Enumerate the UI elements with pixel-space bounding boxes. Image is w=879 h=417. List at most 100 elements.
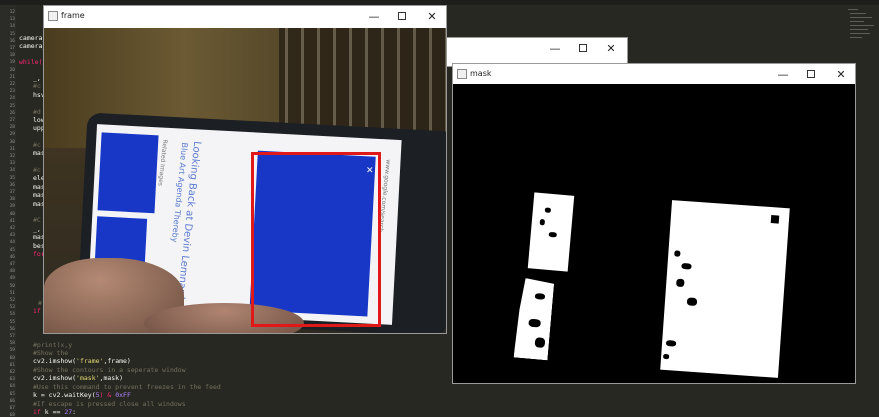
- code-comment: #: [38, 299, 42, 307]
- line-number: 47: [9, 262, 15, 267]
- code-operator: ) &: [99, 391, 116, 399]
- line-number: 35: [9, 175, 15, 181]
- code-comment: #c: [33, 141, 41, 149]
- line-number: 12: [9, 10, 15, 15]
- line-number: 13: [9, 17, 15, 23]
- minimap-line: [850, 17, 872, 18]
- close-button[interactable]: ✕: [418, 6, 446, 27]
- line-number: 62: [9, 370, 15, 375]
- window-title: frame: [61, 11, 85, 20]
- line-number: 25: [9, 103, 15, 109]
- code-line-if-escape: if k == 27:: [33, 408, 76, 416]
- code-line: _,: [33, 225, 41, 233]
- code-comment: #print(x,y: [33, 341, 73, 349]
- line-number: 23: [9, 89, 15, 95]
- minimap[interactable]: [846, 5, 879, 65]
- frame-window[interactable]: frame — ✕ Looking Back at Devin Lemnard …: [43, 5, 447, 334]
- mask-hole: [676, 278, 685, 288]
- line-number: 39: [9, 204, 15, 210]
- code-string: 'mask': [76, 374, 100, 382]
- mask-hole: [535, 293, 545, 300]
- mask-hole: [681, 262, 692, 270]
- line-number: 64: [9, 384, 15, 390]
- code-comment: #C: [33, 216, 41, 224]
- line-number: 57: [9, 334, 15, 339]
- code-keyword: if: [33, 408, 41, 416]
- maximize-icon: [579, 44, 587, 52]
- frame-window-titlebar[interactable]: frame — ✕: [44, 6, 446, 27]
- mask-window[interactable]: mask — ✕: [452, 63, 856, 384]
- minimap-line: [850, 37, 862, 38]
- line-number: 44: [9, 240, 15, 246]
- mask-hole: [770, 215, 780, 224]
- minimize-button[interactable]: —: [360, 6, 388, 27]
- line-number: 53: [9, 305, 15, 311]
- line-number: 63: [9, 377, 15, 383]
- close-button[interactable]: ✕: [597, 38, 625, 59]
- maximize-button[interactable]: [797, 64, 825, 85]
- line-number: 38: [9, 197, 15, 203]
- line-number: 54: [9, 312, 15, 318]
- line-number: 68: [9, 413, 15, 417]
- minimap-line: [850, 13, 866, 14]
- background-window-titlebar[interactable]: — ✕: [441, 38, 627, 59]
- maximize-button[interactable]: [388, 6, 416, 27]
- code-comment: #d: [33, 108, 41, 116]
- line-number: 51: [9, 290, 15, 296]
- code-args: ,frame): [103, 357, 131, 365]
- code-comment: #Show the: [33, 349, 69, 357]
- mask-hole: [665, 340, 677, 347]
- line-number: 24: [9, 96, 15, 102]
- mask-window-titlebar[interactable]: mask — ✕: [453, 64, 855, 85]
- line-number: 52: [9, 298, 15, 303]
- line-number: 50: [9, 283, 15, 289]
- code-line-imshow-frame: cv2.imshow('frame',frame): [33, 357, 131, 365]
- mask-hole: [535, 337, 546, 348]
- minimize-button[interactable]: —: [769, 64, 797, 85]
- code-number: 0xFF: [115, 391, 131, 399]
- mask-blob: [514, 278, 555, 361]
- maximize-button[interactable]: [569, 38, 597, 59]
- code-string: 'frame': [76, 357, 104, 365]
- line-number: 45: [9, 247, 15, 253]
- line-number: 16: [9, 38, 15, 44]
- minimize-button[interactable]: —: [541, 38, 569, 59]
- line-number: 28: [9, 125, 15, 131]
- line-number: 17: [9, 46, 15, 51]
- line-number: 49: [9, 276, 15, 282]
- code-expr: k ==: [40, 408, 65, 416]
- mask-hole: [544, 207, 552, 213]
- code-number: 27: [64, 408, 73, 416]
- close-button[interactable]: ✕: [827, 64, 855, 85]
- mask-hole: [539, 218, 546, 226]
- line-number: 46: [9, 254, 15, 260]
- line-number: 56: [9, 326, 15, 332]
- window-title: mask: [470, 69, 492, 78]
- line-number: 36: [9, 182, 15, 188]
- code-call: cv2.imshow(: [33, 357, 77, 365]
- line-number: 32: [9, 154, 15, 159]
- line-number: 66: [9, 398, 15, 404]
- line-number: 67: [9, 406, 15, 411]
- maximize-icon: [398, 12, 406, 20]
- line-number: 22: [9, 82, 15, 87]
- line-number: 31: [9, 146, 15, 152]
- line-number: 55: [9, 319, 15, 325]
- line-number: 34: [9, 168, 15, 174]
- code-line: _,: [33, 74, 41, 82]
- mask-hole: [528, 319, 541, 328]
- code-call: k = cv2.waitKey(: [33, 391, 96, 399]
- app-icon: [457, 69, 467, 79]
- mask-hole: [686, 297, 698, 307]
- line-number: 41: [9, 218, 15, 224]
- mask-hole: [662, 353, 670, 360]
- minimap-line: [850, 29, 868, 30]
- line-number: 20: [9, 67, 15, 73]
- line-number: 27: [9, 118, 15, 123]
- line-number: 58: [9, 341, 15, 347]
- minimap-line: [848, 9, 858, 10]
- code-line: if: [33, 307, 41, 315]
- code-colon: :: [72, 408, 77, 416]
- line-number: 43: [9, 233, 15, 239]
- line-number: 59: [9, 348, 15, 354]
